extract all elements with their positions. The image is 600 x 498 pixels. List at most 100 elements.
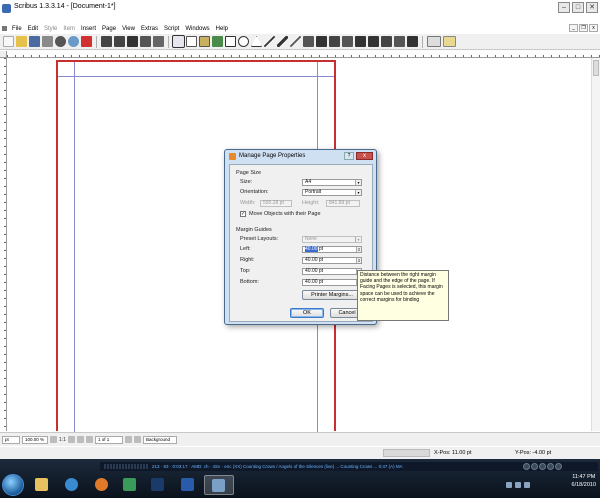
taskbar-explorer[interactable] <box>30 475 54 495</box>
doc-restore-button[interactable]: ❐ <box>579 24 588 32</box>
next-track-icon[interactable] <box>547 463 554 470</box>
taskbar-word[interactable] <box>176 475 200 495</box>
media-controls <box>523 463 562 470</box>
previous-track-icon[interactable] <box>531 463 538 470</box>
zoom-field[interactable]: 100.00 % <box>22 435 48 444</box>
unit-select[interactable]: pt <box>2 435 20 444</box>
preflight-icon[interactable] <box>68 36 79 47</box>
last-page-icon[interactable] <box>133 436 141 443</box>
new-document-icon[interactable] <box>3 36 14 47</box>
close-document-icon[interactable] <box>42 36 53 47</box>
close-button[interactable]: ✕ <box>586 2 598 13</box>
line-icon[interactable] <box>264 36 275 47</box>
page-selector[interactable]: 1 of 1 <box>94 435 123 444</box>
top-margin-field[interactable]: 40.00 pt ⇕ <box>302 268 362 275</box>
taskbar-firefox[interactable] <box>90 475 114 495</box>
link-frames-icon[interactable] <box>355 36 366 47</box>
rotate-icon[interactable] <box>303 36 314 47</box>
menu-windows[interactable]: Windows <box>182 26 212 32</box>
text-frame-icon[interactable] <box>186 36 197 47</box>
undo-icon[interactable] <box>101 36 112 47</box>
printer-margins-button[interactable]: Printer Margins... <box>302 290 362 300</box>
menu-item[interactable]: Item <box>60 26 78 32</box>
clock[interactable]: 11:47 PM 6/18/2010 <box>572 473 596 489</box>
menu-edit[interactable]: Edit <box>25 26 41 32</box>
select-item-icon[interactable] <box>172 35 185 48</box>
edit-text-icon[interactable] <box>342 36 353 47</box>
taskbar-scribus[interactable] <box>118 475 142 495</box>
zoom-icon[interactable] <box>316 36 327 47</box>
doc-minimize-button[interactable]: _ <box>569 24 578 32</box>
shape-icon[interactable] <box>225 36 236 47</box>
polygon-icon[interactable] <box>251 36 262 47</box>
doc-close-button[interactable]: x <box>589 24 598 32</box>
preset-layouts-select[interactable]: None ▾ <box>302 236 362 243</box>
menu-script[interactable]: Script <box>161 26 182 32</box>
print-icon[interactable] <box>55 36 66 47</box>
zoom-out-icon[interactable] <box>50 436 57 443</box>
right-margin-label: Right: <box>240 257 255 263</box>
ok-button[interactable]: OK <box>290 308 324 318</box>
spinner-icon[interactable]: ⇕ <box>356 247 361 252</box>
first-page-icon[interactable] <box>76 436 84 443</box>
freehand-line-icon[interactable] <box>290 36 301 47</box>
ellipse-icon[interactable] <box>238 36 249 47</box>
play-icon[interactable] <box>539 463 546 470</box>
maximize-button[interactable]: □ <box>572 2 584 13</box>
height-field[interactable]: 841.89 pt <box>326 200 360 207</box>
pdf-annotations-icon[interactable] <box>443 36 456 47</box>
menu-extras[interactable]: Extras <box>138 26 161 32</box>
menu-page[interactable]: Page <box>99 26 119 32</box>
taskbar-media-player[interactable] <box>204 475 234 495</box>
taskbar-photoshop[interactable] <box>146 475 170 495</box>
right-margin-field[interactable]: 40.00 pt ⇕ <box>302 257 362 264</box>
stop-icon[interactable] <box>523 463 530 470</box>
menu-help[interactable]: Help <box>213 26 231 32</box>
previous-page-icon[interactable] <box>85 436 93 443</box>
menu-view[interactable]: View <box>119 26 138 32</box>
menu-style[interactable]: Style <box>41 26 60 32</box>
zoom-ratio-button[interactable]: 1:1 <box>59 437 66 443</box>
copy-properties-icon[interactable] <box>394 36 405 47</box>
table-icon[interactable] <box>212 36 223 47</box>
spinner-icon[interactable]: ⇕ <box>356 258 361 263</box>
vertical-scrollbar[interactable] <box>591 58 600 431</box>
image-frame-icon[interactable] <box>199 36 210 47</box>
document-menu-icon[interactable] <box>2 26 7 31</box>
bottom-margin-field[interactable]: 40.00 pt ⇕ <box>302 279 362 286</box>
volume-icon[interactable] <box>515 482 521 488</box>
start-button[interactable] <box>2 474 24 496</box>
scribus-app-icon[interactable] <box>2 4 11 13</box>
orientation-select[interactable]: Portrait ▾ <box>302 189 362 196</box>
open-icon[interactable] <box>16 36 27 47</box>
save-icon[interactable] <box>29 36 40 47</box>
measurements-icon[interactable] <box>381 36 392 47</box>
dialog-close-button[interactable]: x <box>356 152 373 160</box>
menu-insert[interactable]: Insert <box>78 26 99 32</box>
size-select[interactable]: A4 ▾ <box>302 179 362 186</box>
bezier-icon[interactable] <box>277 36 288 47</box>
left-margin-field[interactable]: 40.00 pt ⇕ <box>302 246 362 253</box>
move-objects-checkbox[interactable]: ✓ <box>240 211 246 217</box>
minimize-button[interactable]: – <box>558 2 570 13</box>
menu-file[interactable]: File <box>9 26 25 32</box>
edit-contents-icon[interactable] <box>329 36 340 47</box>
pdf-tools-icon[interactable] <box>427 36 441 47</box>
zoom-in-icon[interactable] <box>67 436 75 443</box>
network-icon[interactable] <box>506 482 512 488</box>
layer-select[interactable]: Background <box>142 435 177 444</box>
redo-icon[interactable] <box>114 36 125 47</box>
next-page-icon[interactable] <box>124 436 132 443</box>
flag-icon[interactable] <box>524 482 530 488</box>
copy-icon[interactable] <box>140 36 151 47</box>
pdf-export-icon[interactable] <box>81 36 92 47</box>
unlink-frames-icon[interactable] <box>368 36 379 47</box>
help-button[interactable]: ? <box>344 152 354 160</box>
cut-icon[interactable] <box>127 36 138 47</box>
eyedropper-icon[interactable] <box>407 36 418 47</box>
mute-icon[interactable] <box>555 463 562 470</box>
scrollbar-thumb[interactable] <box>593 60 599 76</box>
width-field[interactable]: 595.28 pt <box>260 200 292 207</box>
taskbar-internet-explorer[interactable] <box>60 475 84 495</box>
paste-icon[interactable] <box>153 36 164 47</box>
